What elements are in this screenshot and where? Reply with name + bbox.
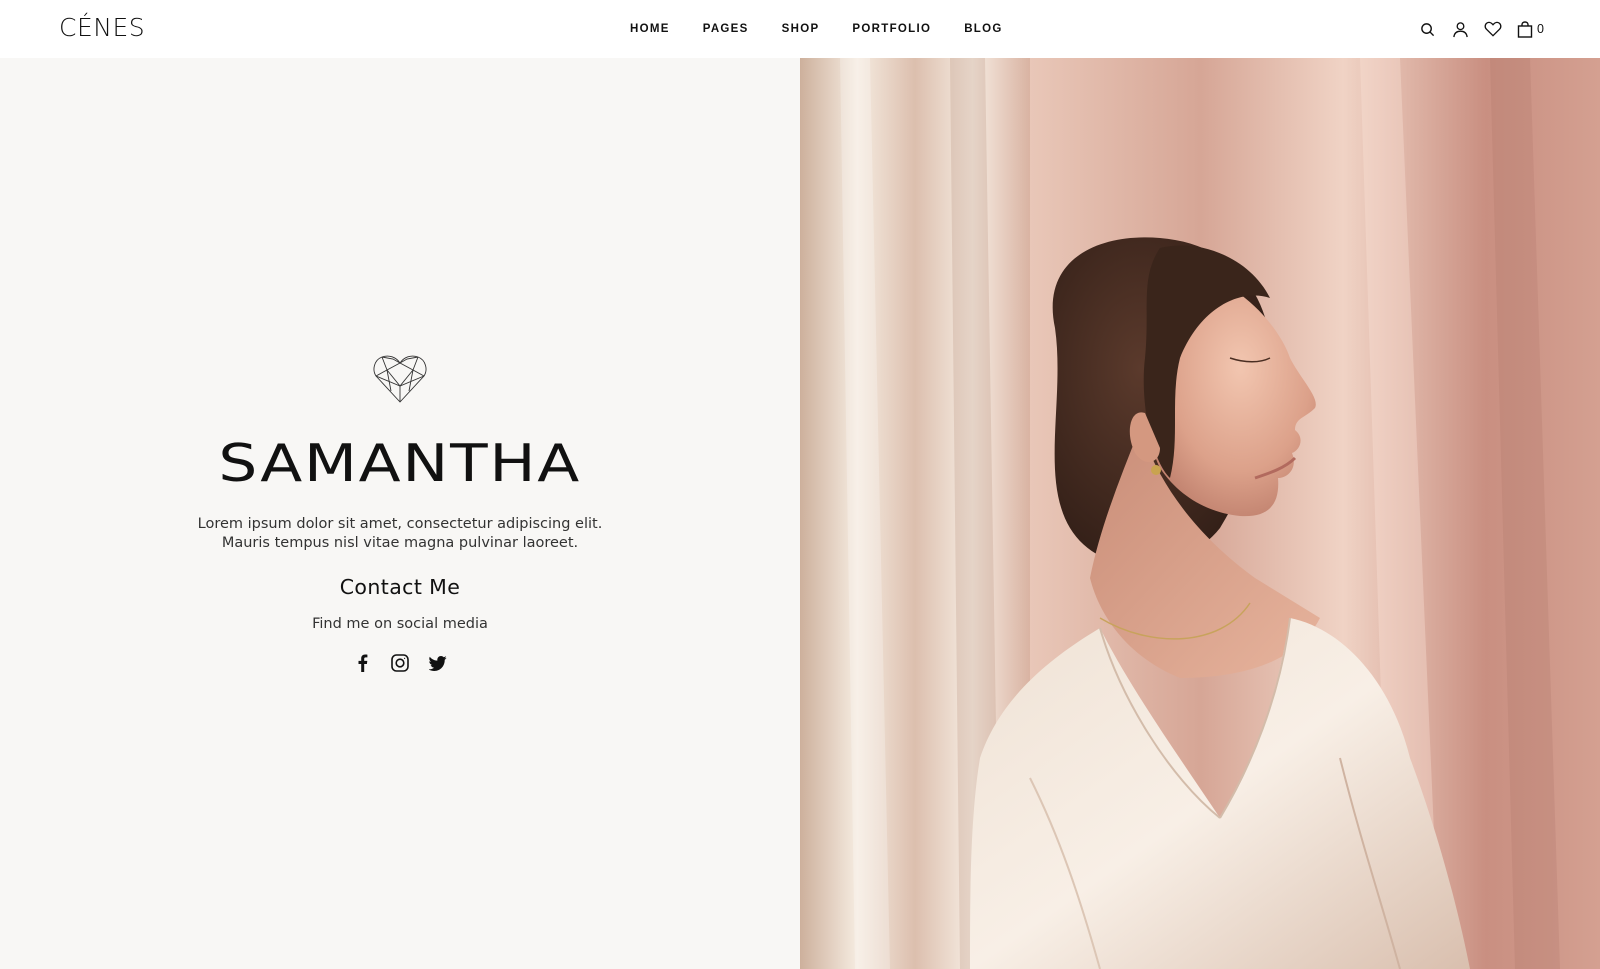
contact-heading: Contact Me: [339, 575, 461, 599]
nav-item-home[interactable]: HOME: [630, 23, 670, 35]
user-icon[interactable]: [1451, 20, 1469, 38]
cart-count-badge: 0: [1537, 22, 1544, 36]
nav-item-portfolio[interactable]: PORTFOLIO: [852, 23, 931, 35]
site-logo[interactable]: CÉNES: [59, 12, 145, 44]
site-header: CÉNES HOME PAGES SHOP PORTFOLIO BLOG 0: [0, 0, 1600, 58]
nav-item-shop[interactable]: SHOP: [782, 23, 820, 35]
bio-line: Mauris tempus nisl vitae magna pulvinar …: [221, 535, 579, 551]
social-caption: Find me on social media: [312, 616, 488, 632]
nav-item-blog[interactable]: BLOG: [964, 23, 1002, 35]
main-nav: HOME PAGES SHOP PORTFOLIO BLOG: [630, 0, 1036, 58]
profile-panel: SAMANTHA Lorem ipsum dolor sit amet, con…: [0, 58, 800, 969]
profile-name: SAMANTHA: [218, 434, 582, 494]
portrait-illustration: [800, 58, 1600, 969]
nav-item-pages[interactable]: PAGES: [703, 23, 749, 35]
bag-icon: [1517, 20, 1533, 38]
bio-line: Lorem ipsum dolor sit amet, consectetur …: [197, 516, 603, 532]
instagram-icon[interactable]: [390, 653, 410, 673]
diamond-heart-icon: [373, 354, 427, 409]
heart-icon[interactable]: [1484, 20, 1502, 38]
social-links: [343, 653, 457, 673]
woman-portrait-photo: [800, 58, 1600, 969]
facebook-icon[interactable]: [352, 653, 372, 673]
search-icon[interactable]: [1418, 20, 1436, 38]
profile-intro: SAMANTHA Lorem ipsum dolor sit amet, con…: [0, 354, 800, 673]
cart-button[interactable]: 0: [1517, 20, 1544, 38]
profile-bio: Lorem ipsum dolor sit amet, consectetur …: [190, 515, 610, 553]
header-actions: 0: [1403, 0, 1544, 58]
twitter-icon[interactable]: [428, 653, 448, 673]
